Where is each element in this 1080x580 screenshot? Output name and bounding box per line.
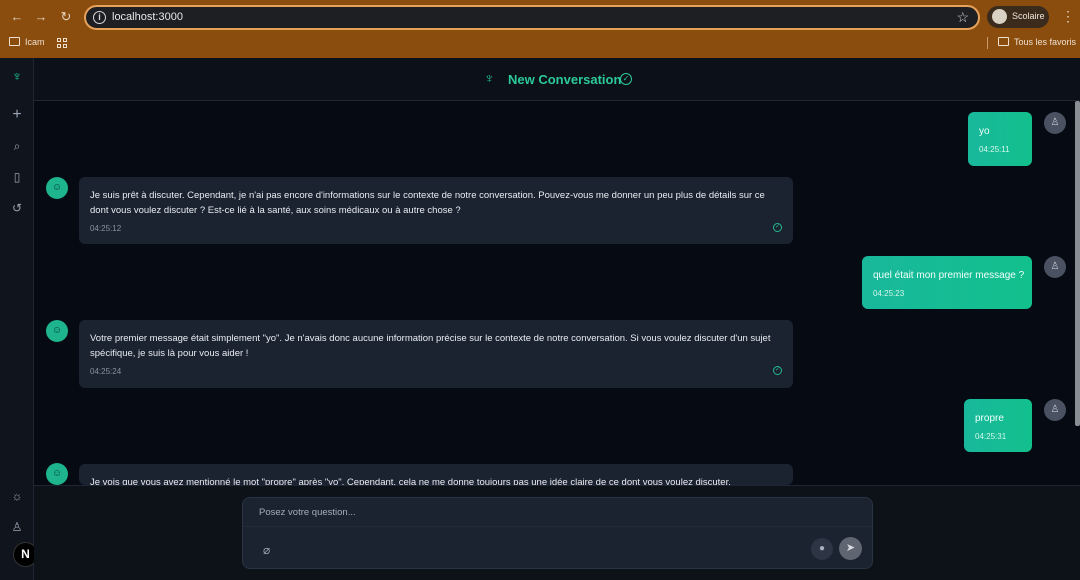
site-info-icon[interactable]: i (93, 11, 106, 24)
app-logo-icon[interactable]: ♆ (9, 68, 25, 84)
chat-header: ♆ New Conversation ✓ (34, 58, 1080, 101)
bookmark-icam[interactable]: Icam (9, 37, 45, 47)
microphone-icon[interactable]: ● (811, 538, 833, 560)
user-icon[interactable]: ♙ (9, 519, 25, 535)
message-text: yo (979, 126, 990, 137)
bookmark-label: Icam (25, 37, 45, 47)
message-text: Je vois que vous avez mentionné le mot "… (90, 477, 731, 485)
history-icon[interactable]: ↺ (9, 200, 25, 216)
user-avatar-icon: ♙ (1044, 399, 1066, 421)
new-chat-icon[interactable]: + (9, 107, 25, 123)
folder-icon (998, 37, 1009, 46)
bookmark-star-icon[interactable]: ☆ (956, 9, 969, 26)
document-icon[interactable]: ▯ (9, 169, 25, 185)
browser-menu-icon[interactable]: ⋮ (1061, 8, 1075, 24)
all-bookmarks-label: Tous les favoris (1014, 37, 1077, 47)
page-title: New Conversation (508, 72, 622, 87)
folder-icon (9, 37, 20, 46)
address-bar[interactable]: i localhost:3000 ☆ (84, 5, 980, 30)
composer-divider (243, 526, 872, 527)
question-input[interactable] (259, 507, 849, 518)
message-text: propre (975, 413, 1004, 424)
user-message: quel était mon premier message ? 04:25:2… (862, 256, 1032, 309)
user-avatar-icon: ♙ (1044, 256, 1066, 278)
forward-icon[interactable]: → (32, 8, 50, 26)
composer: ⌀ ● ➤ (242, 497, 873, 569)
address-url[interactable]: localhost:3000 (112, 11, 183, 23)
chat-scrollbar[interactable] (1075, 101, 1080, 426)
bot-avatar-icon: ☺ (46, 177, 68, 199)
message-time: 04:25:23 (873, 289, 905, 298)
all-bookmarks[interactable]: Tous les favoris (998, 37, 1076, 47)
message-time: 04:25:24 (90, 367, 122, 376)
bookmark-divider (987, 37, 988, 49)
verified-check-icon: ✓ (620, 73, 632, 85)
assistant-message: Votre premier message était simplement "… (79, 320, 793, 388)
message-text: Je suis prêt à discuter. Cependant, je n… (90, 190, 765, 216)
message-text: Votre premier message était simplement "… (90, 333, 771, 359)
back-icon[interactable]: ← (8, 8, 26, 26)
message-text: quel était mon premier message ? (873, 270, 1025, 281)
theme-sun-icon[interactable]: ☼ (9, 488, 25, 504)
bot-avatar-icon: ☺ (46, 463, 68, 485)
sidebar: ♆ + ⌕ ▯ ↺ ☼ ♙ (0, 58, 34, 580)
message-time: 04:25:11 (979, 145, 1010, 154)
attach-icon[interactable]: ⌀ (263, 543, 270, 557)
delivered-check-icon: ✓ (773, 366, 782, 375)
delivered-check-icon: ✓ (773, 223, 782, 232)
user-avatar-icon: ♙ (1044, 112, 1066, 134)
profile-name: Scolaire (1012, 11, 1045, 21)
assistant-message: Je suis prêt à discuter. Cependant, je n… (79, 177, 793, 244)
search-icon[interactable]: ⌕ (9, 138, 25, 154)
profile-button[interactable]: Scolaire (987, 6, 1049, 28)
message-time: 04:25:31 (975, 432, 1007, 441)
user-message: yo 04:25:11 (968, 112, 1032, 166)
user-message: propre 04:25:31 (964, 399, 1032, 452)
bot-avatar-icon: ☺ (46, 320, 68, 342)
profile-avatar (992, 9, 1007, 24)
message-time: 04:25:12 (90, 224, 122, 233)
assistant-message: Je vois que vous avez mentionné le mot "… (79, 464, 793, 485)
browser-chrome: ← → ↻ i localhost:3000 ☆ Scolaire ⋮ Icam… (0, 0, 1080, 58)
reload-icon[interactable]: ↻ (57, 8, 75, 26)
app-logo-icon: ♆ (484, 70, 495, 86)
apps-grid-icon[interactable] (57, 38, 67, 48)
send-icon[interactable]: ➤ (839, 537, 862, 560)
